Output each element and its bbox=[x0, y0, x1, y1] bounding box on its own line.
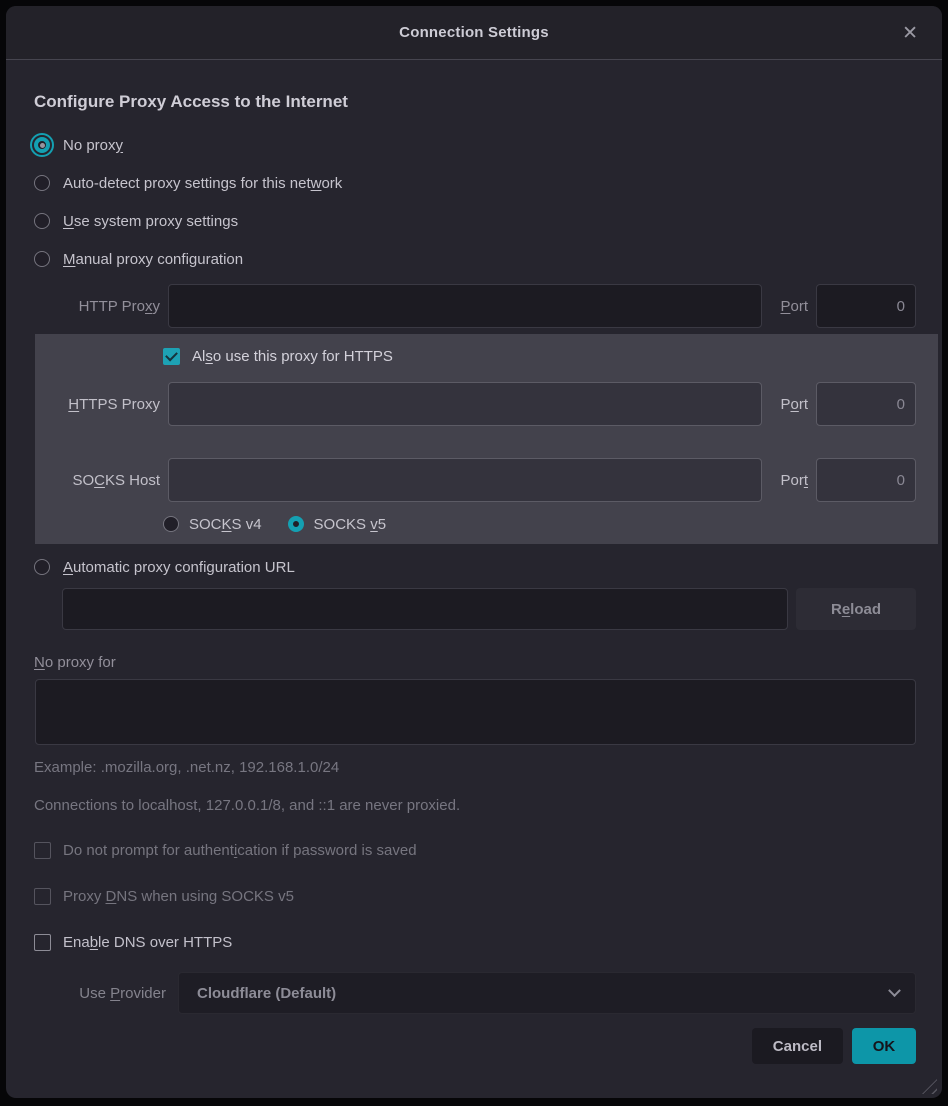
https-port-input[interactable] bbox=[816, 382, 916, 426]
window-frame: Connection Settings ✕ Configure Proxy Ac… bbox=[0, 0, 948, 1106]
auto-config-url-row: Reload bbox=[62, 588, 916, 630]
connection-settings-dialog: Connection Settings ✕ Configure Proxy Ac… bbox=[6, 6, 942, 1098]
auto-config-url-input[interactable] bbox=[62, 588, 788, 630]
checkbox-label: Also use this proxy for HTTPS bbox=[192, 348, 393, 365]
share-proxy-checkbox-row[interactable]: Also use this proxy for HTTPS bbox=[163, 344, 916, 368]
no-prompt-auth-checkbox-row[interactable]: Do not prompt for authentication if pass… bbox=[34, 838, 916, 862]
checkbox-label: Proxy DNS when using SOCKS v5 bbox=[63, 888, 294, 905]
no-proxy-example-text: Example: .mozilla.org, .net.nz, 192.168.… bbox=[34, 759, 916, 776]
socks-version-group: SOCKS v4 SOCKS v5 bbox=[163, 512, 916, 536]
checkbox-label: Do not prompt for authentication if pass… bbox=[63, 842, 417, 859]
chevron-down-icon bbox=[888, 984, 901, 997]
dialog-body: Configure Proxy Access to the Internet N… bbox=[6, 60, 942, 1098]
checkbox-icon[interactable] bbox=[34, 842, 51, 859]
radio-auto-detect[interactable]: Auto-detect proxy settings for this netw… bbox=[34, 164, 916, 202]
socks-port-label: Port bbox=[770, 472, 808, 489]
radio-no-proxy[interactable]: No proxy bbox=[34, 126, 916, 164]
no-proxy-for-label: No proxy for bbox=[34, 654, 916, 671]
cancel-button[interactable]: Cancel bbox=[752, 1028, 843, 1064]
page-title: Configure Proxy Access to the Internet bbox=[34, 92, 916, 112]
https-proxy-label: HTTPS Proxy bbox=[35, 396, 160, 413]
radio-button-icon[interactable] bbox=[34, 559, 50, 575]
reload-button[interactable]: Reload bbox=[796, 588, 916, 630]
radio-button-icon[interactable] bbox=[34, 137, 50, 153]
checkbox-label: Enable DNS over HTTPS bbox=[63, 934, 232, 951]
options-checkbox-group: Do not prompt for authentication if pass… bbox=[28, 838, 916, 954]
http-proxy-label: HTTP Proxy bbox=[28, 298, 160, 315]
http-port-input[interactable] bbox=[816, 284, 916, 328]
socks-host-row: SOCKS Host Port bbox=[35, 458, 916, 502]
http-proxy-row: HTTP Proxy Port bbox=[28, 284, 916, 328]
checkbox-icon[interactable] bbox=[163, 348, 180, 365]
provider-selected-value: Cloudflare (Default) bbox=[197, 985, 336, 1002]
radio-label: SOCKS v5 bbox=[314, 516, 387, 533]
radio-label: Manual proxy configuration bbox=[63, 251, 243, 268]
radio-button-icon[interactable] bbox=[34, 175, 50, 191]
radio-label: Use system proxy settings bbox=[63, 213, 238, 230]
radio-manual-proxy[interactable]: Manual proxy configuration bbox=[34, 240, 916, 278]
provider-select[interactable]: Cloudflare (Default) bbox=[178, 972, 916, 1014]
dialog-footer: Cancel OK bbox=[28, 1028, 916, 1064]
radio-socks-v5[interactable]: SOCKS v5 bbox=[288, 512, 387, 536]
radio-button-icon[interactable] bbox=[163, 516, 179, 532]
radio-auto-config-url[interactable]: Automatic proxy configuration URL bbox=[34, 552, 916, 582]
no-proxy-for-textarea[interactable] bbox=[35, 679, 916, 745]
proxy-mode-group: No proxy Auto-detect proxy settings for … bbox=[28, 126, 916, 278]
dialog-titlebar: Connection Settings ✕ bbox=[6, 6, 942, 60]
https-socks-panel: Also use this proxy for HTTPS HTTPS Prox… bbox=[35, 334, 938, 544]
socks-port-input[interactable] bbox=[816, 458, 916, 502]
radio-label: Auto-detect proxy settings for this netw… bbox=[63, 175, 342, 192]
http-proxy-input[interactable] bbox=[168, 284, 762, 328]
no-proxy-note-text: Connections to localhost, 127.0.0.1/8, a… bbox=[34, 797, 916, 814]
radio-label: No proxy bbox=[63, 137, 123, 154]
https-proxy-row: HTTPS Proxy Port bbox=[35, 382, 916, 426]
radio-button-icon[interactable] bbox=[34, 213, 50, 229]
radio-label: SOCKS v4 bbox=[189, 516, 262, 533]
use-provider-label: Use Provider bbox=[28, 985, 166, 1002]
https-port-label: Port bbox=[770, 396, 808, 413]
close-icon[interactable]: ✕ bbox=[896, 6, 924, 60]
radio-system-proxy[interactable]: Use system proxy settings bbox=[34, 202, 916, 240]
ok-button[interactable]: OK bbox=[852, 1028, 916, 1064]
https-proxy-input[interactable] bbox=[168, 382, 762, 426]
checkbox-icon[interactable] bbox=[34, 934, 51, 951]
radio-label: Automatic proxy configuration URL bbox=[63, 559, 295, 576]
radio-button-icon[interactable] bbox=[34, 251, 50, 267]
enable-doh-checkbox-row[interactable]: Enable DNS over HTTPS bbox=[34, 930, 916, 954]
radio-socks-v4[interactable]: SOCKS v4 bbox=[163, 512, 262, 536]
socks-host-label: SOCKS Host bbox=[35, 472, 160, 489]
socks-host-input[interactable] bbox=[168, 458, 762, 502]
dialog-title: Connection Settings bbox=[399, 24, 549, 41]
proxy-dns-socks5-checkbox-row[interactable]: Proxy DNS when using SOCKS v5 bbox=[34, 884, 916, 908]
radio-button-icon[interactable] bbox=[288, 516, 304, 532]
doh-provider-row: Use Provider Cloudflare (Default) bbox=[28, 972, 916, 1014]
checkbox-icon[interactable] bbox=[34, 888, 51, 905]
http-port-label: Port bbox=[770, 298, 808, 315]
